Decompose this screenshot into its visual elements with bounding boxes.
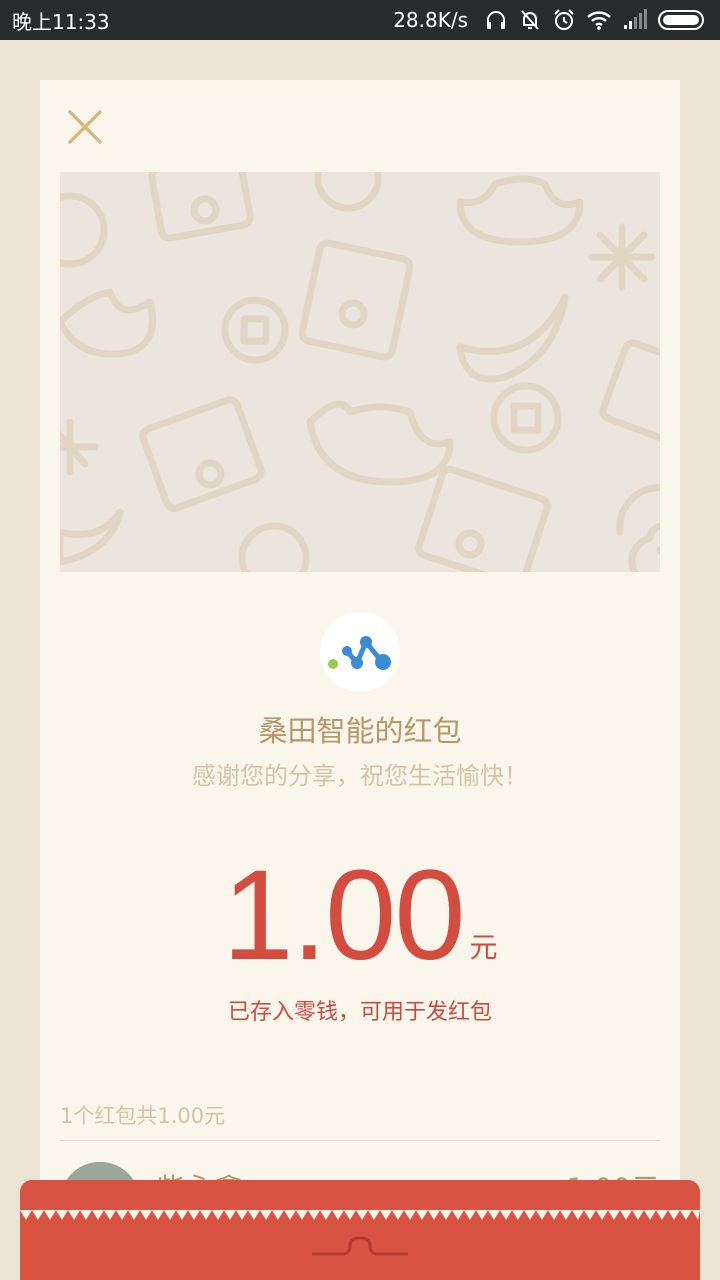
alarm-icon — [554, 9, 574, 30]
status-time: 晚上11:33 — [12, 9, 110, 34]
amount-value: 1.00 — [222, 844, 465, 987]
red-packet-banner — [60, 172, 660, 572]
zigzag-edge — [20, 1210, 700, 1220]
headphones-icon — [487, 11, 505, 29]
battery-icon — [658, 10, 704, 30]
divider — [60, 1140, 660, 1141]
status-bar: 晚上11:33 28.8K/s — [0, 0, 720, 40]
close-button[interactable] — [66, 108, 104, 146]
status-icons: 28.8K/s — [393, 8, 708, 32]
wifi-icon — [587, 11, 611, 30]
amount-unit: 元 — [469, 931, 498, 964]
sender-avatar — [320, 612, 400, 692]
close-icon — [68, 110, 102, 144]
signal-icon — [624, 9, 647, 29]
amount-display: 1.00 元 — [40, 850, 680, 980]
packet-summary: 1个红包共1.00元 — [60, 1104, 226, 1128]
bell-muted-icon — [521, 10, 539, 30]
sangtian-logo-icon — [328, 636, 391, 670]
packet-seal-icon — [312, 1236, 408, 1256]
network-speed: 28.8K/s — [393, 8, 468, 32]
wish-text: 感谢您的分享，祝您生活愉快！ — [192, 762, 528, 790]
red-packet-bottom-flap — [20, 1180, 700, 1280]
red-packet-card: 桑田智能的红包 感谢您的分享，祝您生活愉快！ 1.00 元 已存入零钱，可用于发… — [40, 80, 680, 1280]
sender-name: 桑田智能的红包 — [258, 714, 462, 748]
stored-in-wallet-link[interactable]: 已存入零钱，可用于发红包 — [40, 994, 680, 1026]
decorative-pattern — [60, 172, 660, 572]
